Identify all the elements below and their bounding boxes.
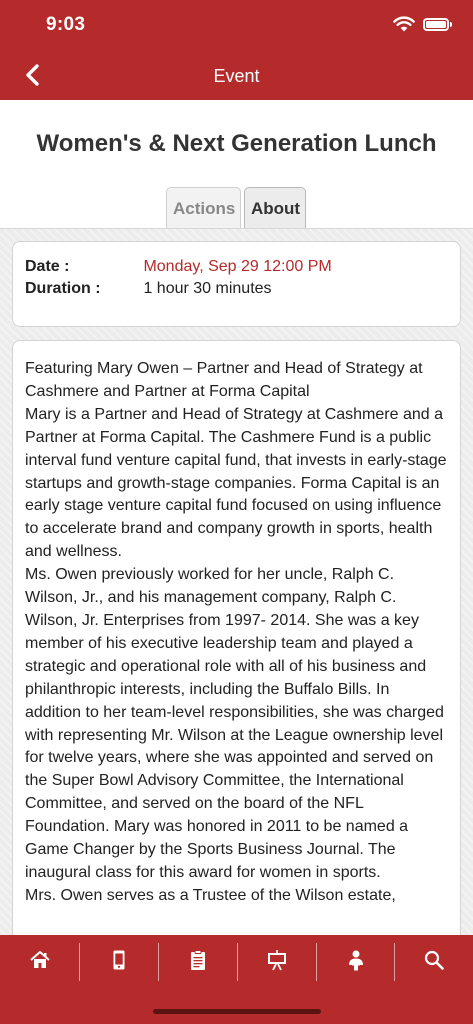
date-row: Date : Monday, Sep 29 12:00 PM xyxy=(25,258,332,276)
duration-row: Duration : 1 hour 30 minutes xyxy=(25,280,272,298)
event-page: 9:03 Event Women's & Next Generation Lun… xyxy=(0,0,473,1024)
speaker-icon xyxy=(349,950,363,971)
date-value: Monday, Sep 29 12:00 PM xyxy=(143,258,332,275)
presentation-board-icon xyxy=(268,950,286,971)
tab-actions[interactable]: Actions xyxy=(166,187,241,228)
description-card[interactable]: Featuring Mary Owen – Partner and Head o… xyxy=(12,340,461,960)
mobile-device-icon xyxy=(113,950,125,970)
nav-search[interactable] xyxy=(395,935,473,985)
event-details-card: Date : Monday, Sep 29 12:00 PM Duration … xyxy=(12,241,461,327)
bottom-tab-bar xyxy=(0,935,473,1024)
search-icon xyxy=(424,950,444,970)
date-label: Date : xyxy=(25,258,70,275)
event-title-area: Women's & Next Generation Lunch Actions … xyxy=(0,100,473,229)
tab-about[interactable]: About xyxy=(244,187,306,228)
battery-icon xyxy=(423,17,452,31)
home-indicator xyxy=(153,1009,321,1014)
nav-mobile[interactable] xyxy=(80,935,158,985)
app-header: 9:03 Event xyxy=(0,0,473,100)
status-time: 9:03 xyxy=(46,14,86,35)
status-icons xyxy=(393,16,452,32)
event-description: Featuring Mary Owen – Partner and Head o… xyxy=(25,360,447,904)
tab-bar: Actions About xyxy=(166,187,306,228)
duration-value: 1 hour 30 minutes xyxy=(143,280,272,297)
wifi-icon xyxy=(393,16,415,32)
nav-home[interactable] xyxy=(1,935,79,985)
nav-agenda[interactable] xyxy=(159,935,237,985)
nav-presentations[interactable] xyxy=(238,935,316,985)
clipboard-icon xyxy=(191,950,205,970)
nav-speakers[interactable] xyxy=(317,935,395,985)
header-title: Event xyxy=(213,66,260,86)
event-title: Women's & Next Generation Lunch xyxy=(36,130,437,157)
duration-label: Duration : xyxy=(25,280,101,297)
home-icon xyxy=(30,951,50,968)
